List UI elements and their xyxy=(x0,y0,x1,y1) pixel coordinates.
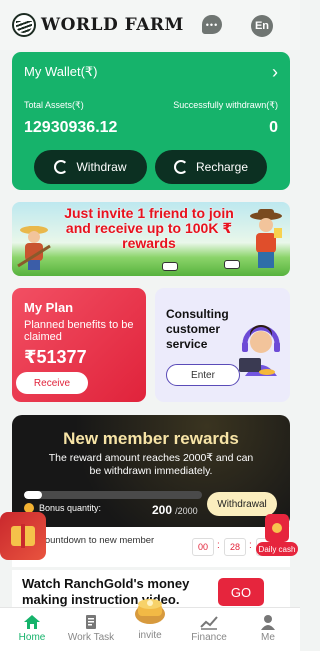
new-member-rewards-card: New member rewards The reward amount rea… xyxy=(12,415,290,527)
cow-illustration xyxy=(224,260,240,269)
plan-subtitle: Planned benefits to be claimed xyxy=(24,319,134,343)
task-icon xyxy=(86,615,96,629)
bonus-label: Bonus quantity: xyxy=(39,503,102,513)
farmer-illustration xyxy=(250,209,282,268)
nav-home[interactable]: Home xyxy=(2,608,62,651)
plan-amount: ₹51377 xyxy=(24,347,87,367)
daily-cash-button[interactable]: Daily cash xyxy=(256,514,298,558)
rewards-progress-fill xyxy=(24,491,42,499)
language-button[interactable]: En xyxy=(251,15,273,37)
nav-label: Finance xyxy=(191,632,227,643)
my-plan-card: My Plan Planned benefits to be claimed ₹… xyxy=(12,288,146,402)
receive-button[interactable]: Receive xyxy=(16,372,88,394)
nav-label: Home xyxy=(18,632,46,643)
chat-icon[interactable]: ••• xyxy=(202,15,222,34)
withdraw-icon xyxy=(54,160,69,174)
home-icon xyxy=(24,615,40,629)
app-header: WORLD FARM ••• En xyxy=(0,0,300,50)
invite-banner[interactable]: Just invite 1 friend to join and receive… xyxy=(12,202,290,276)
cow-illustration xyxy=(162,262,178,271)
recharge-icon xyxy=(173,160,188,174)
withdrawal-button[interactable]: Withdrawal xyxy=(207,492,277,516)
recharge-label: Recharge xyxy=(195,160,249,174)
consult-title: Consulting customer service xyxy=(166,307,229,351)
farmer-illustration xyxy=(17,226,51,270)
nav-finance[interactable]: Finance xyxy=(179,608,239,651)
recharge-button[interactable]: Recharge xyxy=(155,150,267,184)
bonus-total: /2000 xyxy=(175,506,198,516)
banner-text: Just invite 1 friend to join and receive… xyxy=(64,205,234,251)
logo-icon xyxy=(12,13,36,37)
countdown-bar: Countdown to new member 00 : 28 : xyxy=(12,527,290,567)
nav-label: Work Task xyxy=(67,632,115,643)
withdraw-label: Withdraw xyxy=(76,160,127,174)
withdrawn-label: Successfully withdrawn(₹) xyxy=(173,100,278,110)
invite-icon[interactable] xyxy=(132,594,168,626)
go-button[interactable]: GO xyxy=(218,578,264,606)
chart-icon xyxy=(200,616,218,630)
daily-cash-label: Daily cash xyxy=(256,542,298,556)
nav-me[interactable]: Me xyxy=(238,608,298,651)
rewards-progress-bar xyxy=(24,491,202,499)
countdown-label: Countdown to new member xyxy=(38,535,155,546)
total-assets-label: Total Assets(₹) xyxy=(24,100,84,110)
countdown-separator: : xyxy=(217,540,220,551)
total-assets-value: 12930936.12 xyxy=(24,119,118,136)
instruction-text: Watch RanchGold's money making instructi… xyxy=(22,576,190,607)
gift-box-icon[interactable] xyxy=(0,512,46,560)
plan-title: My Plan xyxy=(24,300,74,315)
countdown-hours: 00 xyxy=(192,538,214,556)
bonus-value: 200 /2000 xyxy=(152,503,198,517)
nav-work-task[interactable]: Work Task xyxy=(61,608,121,651)
person-icon xyxy=(261,615,275,630)
bonus-current: 200 xyxy=(152,503,173,517)
rewards-description: The reward amount reaches 2000₹ and can … xyxy=(48,452,254,477)
customer-service-card: Consulting customer service Enter xyxy=(155,288,290,402)
countdown-separator: : xyxy=(249,540,252,551)
enter-button[interactable]: Enter xyxy=(166,364,240,386)
nav-label: Me xyxy=(261,632,275,643)
nav-label: invite xyxy=(138,630,162,641)
wallet-title[interactable]: My Wallet(₹) xyxy=(24,64,98,80)
wallet-card: My Wallet(₹) › Total Assets(₹) Successfu… xyxy=(12,52,290,190)
countdown-minutes: 28 xyxy=(224,538,246,556)
rewards-title: New member rewards xyxy=(63,429,239,448)
support-agent-icon xyxy=(239,325,280,376)
app-name: WORLD FARM xyxy=(41,15,184,35)
withdraw-button[interactable]: Withdraw xyxy=(34,150,147,184)
chevron-right-icon[interactable]: › xyxy=(272,62,278,83)
app-logo: WORLD FARM xyxy=(12,13,184,37)
red-envelope-icon xyxy=(265,514,289,542)
withdrawn-value: 0 xyxy=(269,119,278,136)
